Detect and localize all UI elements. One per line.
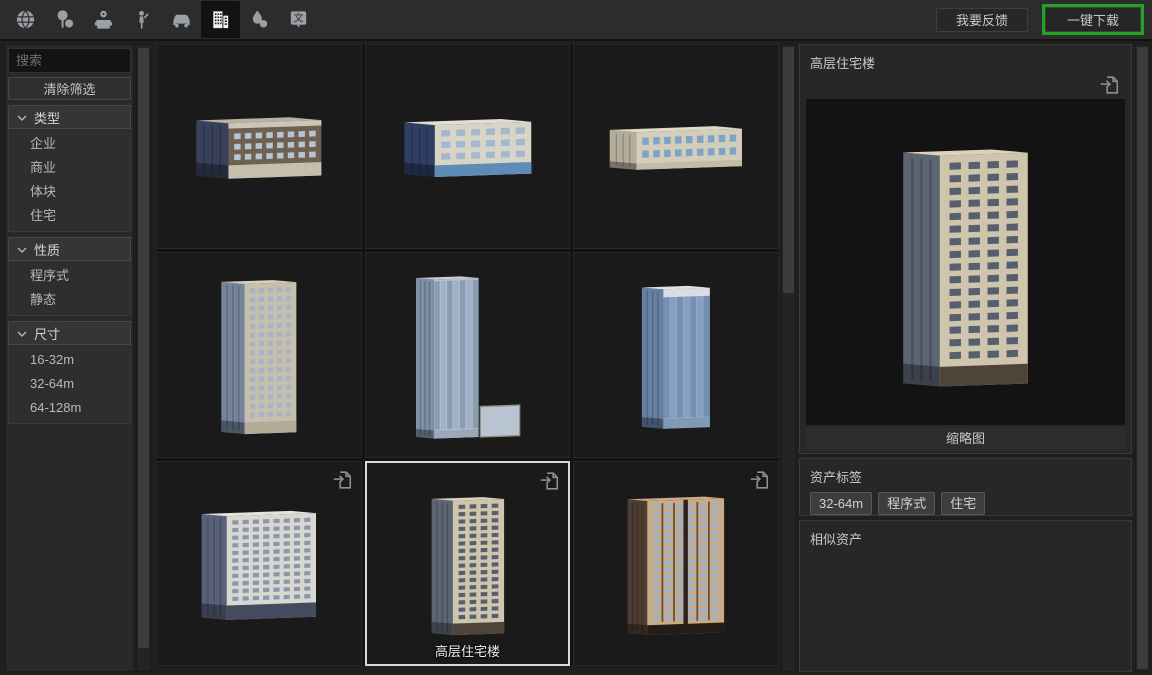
- filter-group-items: 16-32m32-64m64-128m: [8, 345, 131, 424]
- asset-title: 高层住宅楼: [810, 53, 875, 72]
- filter-group-label: 性质: [34, 240, 60, 259]
- download-button-highlight: 一键下载: [1042, 4, 1144, 35]
- globe-icon: [14, 8, 37, 31]
- toolbar-material-button[interactable]: [240, 1, 279, 38]
- preview-section: 高层住宅楼 缩略图: [799, 44, 1132, 454]
- import-icon[interactable]: [331, 469, 353, 491]
- asset-card-glass-tower-with-podium[interactable]: [365, 252, 571, 457]
- building-icon: [209, 8, 232, 31]
- building-thumbnail: [582, 51, 770, 240]
- asset-card-low-rise-office-building-white-blue[interactable]: [365, 44, 571, 249]
- panel-scrollbar-thumb[interactable]: [1137, 47, 1148, 669]
- asset-card-industrial-hall-building[interactable]: [573, 44, 779, 249]
- chevron-down-icon: [17, 326, 27, 341]
- asset-tag[interactable]: 32-64m: [810, 492, 872, 515]
- asset-tag[interactable]: 程序式: [878, 492, 935, 515]
- filter-option[interactable]: 程序式: [9, 264, 130, 288]
- filter-group-items: 企业商业体块住宅: [8, 129, 131, 232]
- building-thumbnail: [374, 51, 562, 240]
- filter-option[interactable]: 静态: [9, 288, 130, 312]
- toolbar-vegetation-button[interactable]: [45, 1, 84, 38]
- sign-icon: 文: [287, 8, 310, 31]
- vehicle-icon: [170, 8, 193, 31]
- toolbar-character-button[interactable]: [123, 1, 162, 38]
- search-input[interactable]: [8, 48, 131, 73]
- building-thumbnail: [582, 468, 770, 657]
- asset-card-high-rise-residential-tower[interactable]: 高层住宅楼: [365, 461, 571, 666]
- similar-assets-section: 相似资产: [799, 520, 1132, 672]
- filter-group: 类型企业商业体块住宅: [8, 105, 131, 232]
- grid-scrollbar[interactable]: [781, 44, 796, 672]
- filter-option[interactable]: 32-64m: [9, 372, 130, 396]
- building-thumbnail: [375, 469, 561, 656]
- asset-tags-section: 资产标签 32-64m 程序式住宅: [799, 458, 1132, 516]
- filter-option[interactable]: 住宅: [9, 204, 130, 228]
- building-thumbnail: [374, 259, 562, 448]
- asset-card-stone-office-tower[interactable]: [156, 252, 362, 457]
- building-thumbnail: [165, 468, 353, 657]
- similar-assets-label: 相似资产: [810, 529, 1121, 548]
- svg-text:文: 文: [293, 11, 303, 24]
- filter-groups: 类型企业商业体块住宅性质程序式静态尺寸 16-32m32-64m64-128m: [8, 105, 131, 424]
- asset-card-low-rise-office-building-brown[interactable]: [156, 44, 362, 249]
- feedback-button[interactable]: 我要反馈: [936, 8, 1028, 32]
- one-click-download-button[interactable]: 一键下载: [1045, 7, 1141, 32]
- import-icon[interactable]: [538, 470, 560, 492]
- filter-option[interactable]: 体块: [9, 180, 130, 204]
- toolbar-building-button[interactable]: [201, 1, 240, 38]
- asset-grid: 高层住宅楼: [156, 44, 779, 666]
- asset-tags-label: 资产标签: [810, 467, 1121, 486]
- grid-scrollbar-thumb[interactable]: [783, 47, 794, 293]
- material-icon: [248, 8, 271, 31]
- sidebar-scrollbar[interactable]: [136, 44, 151, 672]
- toolbar-sign-button[interactable]: 文: [279, 1, 318, 38]
- chevron-down-icon: [17, 110, 27, 125]
- asset-tag[interactable]: 住宅: [941, 492, 985, 515]
- toolbar-vehicle-button[interactable]: [162, 1, 201, 38]
- filter-option[interactable]: 64-128m: [9, 396, 130, 420]
- building-thumbnail: [165, 259, 353, 448]
- filter-sidebar: 清除筛选 类型企业商业体块住宅性质程序式静态尺寸 16-32m32-64m64-1…: [5, 44, 134, 672]
- filter-group-label: 尺寸: [34, 324, 60, 343]
- filter-group-header[interactable]: 性质: [8, 237, 131, 261]
- panel-scrollbar[interactable]: [1135, 44, 1150, 672]
- sidebar-scrollbar-thumb[interactable]: [138, 48, 149, 648]
- asset-card-twin-residential-towers[interactable]: [573, 461, 779, 666]
- toolbar-globe-button[interactable]: [6, 1, 45, 38]
- import-icon[interactable]: [1098, 74, 1120, 96]
- props-icon: [92, 8, 115, 31]
- character-icon: [131, 8, 154, 31]
- filter-group-label: 类型: [34, 108, 60, 127]
- chevron-down-icon: [17, 242, 27, 257]
- asset-tags-row: 32-64m 程序式住宅: [810, 492, 1121, 515]
- top-toolbar: 文 我要反馈 一键下载: [0, 0, 1152, 41]
- category-icon-bar: 文: [6, 1, 318, 38]
- building-thumbnail: [165, 51, 353, 240]
- asset-card-label: 高层住宅楼: [367, 641, 569, 660]
- toolbar-props-button[interactable]: [84, 1, 123, 38]
- filter-option[interactable]: 商业: [9, 156, 130, 180]
- clear-filters-button[interactable]: 清除筛选: [8, 77, 131, 100]
- asset-card-mid-rise-residential-building[interactable]: [156, 461, 362, 666]
- import-icon[interactable]: [748, 469, 770, 491]
- vegetation-icon: [53, 8, 76, 31]
- filter-group-header[interactable]: 类型: [8, 105, 131, 129]
- asset-preview-image: [806, 99, 1125, 425]
- filter-group: 尺寸 16-32m32-64m64-128m: [8, 321, 131, 424]
- filter-group: 性质程序式静态: [8, 237, 131, 316]
- filter-group-items: 程序式静态: [8, 261, 131, 316]
- thumbnail-caption: 缩略图: [806, 427, 1125, 451]
- filter-option[interactable]: 企业: [9, 132, 130, 156]
- asset-card-blue-glass-tower[interactable]: [573, 252, 779, 457]
- building-thumbnail: [582, 259, 770, 448]
- filter-group-header[interactable]: 尺寸: [8, 321, 131, 345]
- filter-option[interactable]: 16-32m: [9, 348, 130, 372]
- asset-details-panel: 高层住宅楼 缩略图 资产标签 32-64m 程序式住宅 相似资产: [799, 44, 1132, 672]
